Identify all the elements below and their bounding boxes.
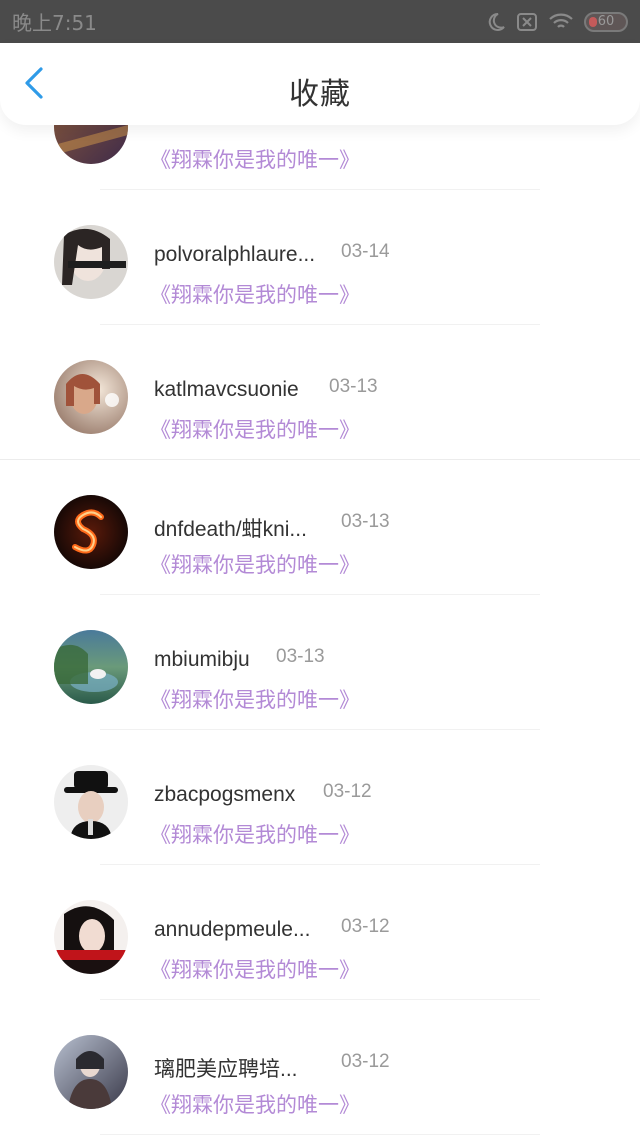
- avatar: [54, 630, 128, 704]
- status-icons: 60: [486, 11, 628, 32]
- list-item[interactable]: annudepmeule... 03-12 《翔霖你是我的唯一》: [0, 865, 640, 1000]
- list-item[interactable]: 《翔霖你是我的唯一》: [0, 125, 640, 190]
- favorites-list: 《翔霖你是我的唯一》 polvoralphlaure... 03-14 《翔霖你…: [0, 125, 640, 1138]
- date: 03-12: [323, 781, 372, 802]
- list-item[interactable]: 璃肥美应聘培... 03-12 《翔霖你是我的唯一》: [0, 1000, 640, 1135]
- avatar: [54, 225, 128, 299]
- status-time: 晚上7:51: [12, 11, 97, 35]
- avatar: [54, 495, 128, 569]
- song-title[interactable]: 《翔霖你是我的唯一》: [150, 954, 360, 984]
- song-title[interactable]: 《翔霖你是我的唯一》: [150, 1089, 360, 1119]
- song-title[interactable]: 《翔霖你是我的唯一》: [150, 819, 360, 849]
- list-item[interactable]: polvoralphlaure... 03-14 《翔霖你是我的唯一》: [0, 190, 640, 325]
- date: 03-13: [329, 376, 378, 397]
- song-title[interactable]: 《翔霖你是我的唯一》: [150, 684, 360, 714]
- list-item[interactable]: dnfdeath/蚶kni... 03-13 《翔霖你是我的唯一》: [0, 460, 640, 595]
- list-item[interactable]: katlmavcsuonie 03-13 《翔霖你是我的唯一》: [0, 325, 640, 460]
- notification-off-icon: [516, 12, 538, 32]
- date: 03-12: [341, 1051, 390, 1072]
- header: 收藏: [0, 43, 640, 125]
- page-title: 收藏: [289, 77, 351, 112]
- username[interactable]: 璃肥美应聘培...: [154, 1053, 298, 1083]
- date: 03-12: [341, 916, 390, 937]
- date: 03-13: [276, 646, 325, 667]
- avatar: [54, 900, 128, 974]
- username[interactable]: annudepmeule...: [154, 918, 310, 942]
- avatar: [54, 360, 128, 434]
- battery-level: 60: [597, 14, 615, 29]
- list-item[interactable]: mbiumibju 03-13 《翔霖你是我的唯一》: [0, 595, 640, 730]
- status-bar: 晚上7:51 60: [0, 0, 640, 43]
- song-title[interactable]: 《翔霖你是我的唯一》: [150, 549, 360, 579]
- username[interactable]: polvoralphlaure...: [154, 243, 315, 267]
- avatar: [54, 125, 128, 164]
- username[interactable]: zbacpogsmenx: [154, 783, 295, 807]
- date: 03-13: [341, 511, 390, 532]
- username[interactable]: dnfdeath/蚶kni...: [154, 513, 307, 543]
- username[interactable]: mbiumibju: [154, 648, 250, 672]
- moon-icon: [486, 12, 506, 32]
- song-title[interactable]: 《翔霖你是我的唯一》: [150, 144, 360, 174]
- song-title[interactable]: 《翔霖你是我的唯一》: [150, 279, 360, 309]
- song-title[interactable]: 《翔霖你是我的唯一》: [150, 414, 360, 444]
- username[interactable]: katlmavcsuonie: [154, 378, 299, 402]
- avatar: [54, 765, 128, 839]
- date: 03-14: [341, 241, 390, 262]
- wifi-icon: [548, 12, 574, 32]
- avatar: [54, 1035, 128, 1109]
- list-item[interactable]: zbacpogsmenx 03-12 《翔霖你是我的唯一》: [0, 730, 640, 865]
- divider: [100, 1134, 540, 1135]
- battery-icon: 60: [584, 11, 628, 32]
